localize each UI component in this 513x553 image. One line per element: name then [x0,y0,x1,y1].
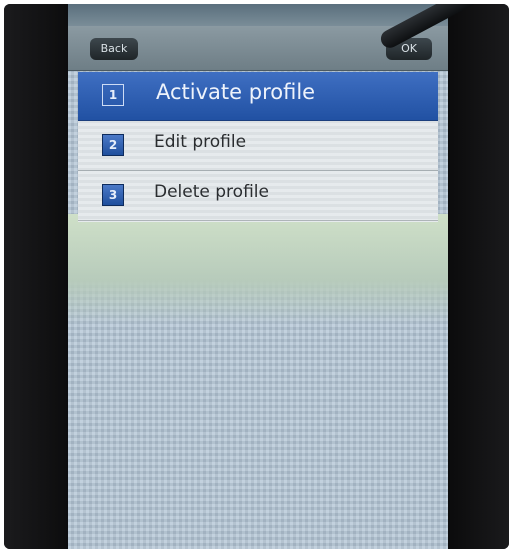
menu-item-edit-profile[interactable]: 2 Edit profile [78,122,438,171]
menu-item-label: Edit profile [154,132,247,152]
menu-item-delete-profile[interactable]: 3 Delete profile [78,172,438,221]
status-bar [68,4,448,26]
left-bezel [4,4,74,549]
right-bezel [448,4,509,549]
menu-item-label: Delete profile [154,182,269,202]
number-badge: 3 [102,184,124,206]
menu-item-activate-profile[interactable]: 1 Activate profile [78,72,438,121]
menu-item-label: Activate profile [156,80,316,104]
wallpaper-band [68,214,448,324]
phone-frame: Back OK 1 Activate profile 2 Edit profil… [4,4,509,549]
options-menu: 1 Activate profile 2 Edit profile 3 Dele… [78,72,438,222]
phone-screen: Back OK 1 Activate profile 2 Edit profil… [68,4,448,549]
page-title [150,38,360,60]
number-badge: 1 [102,84,124,106]
number-badge: 2 [102,134,124,156]
back-button[interactable]: Back [90,38,138,60]
